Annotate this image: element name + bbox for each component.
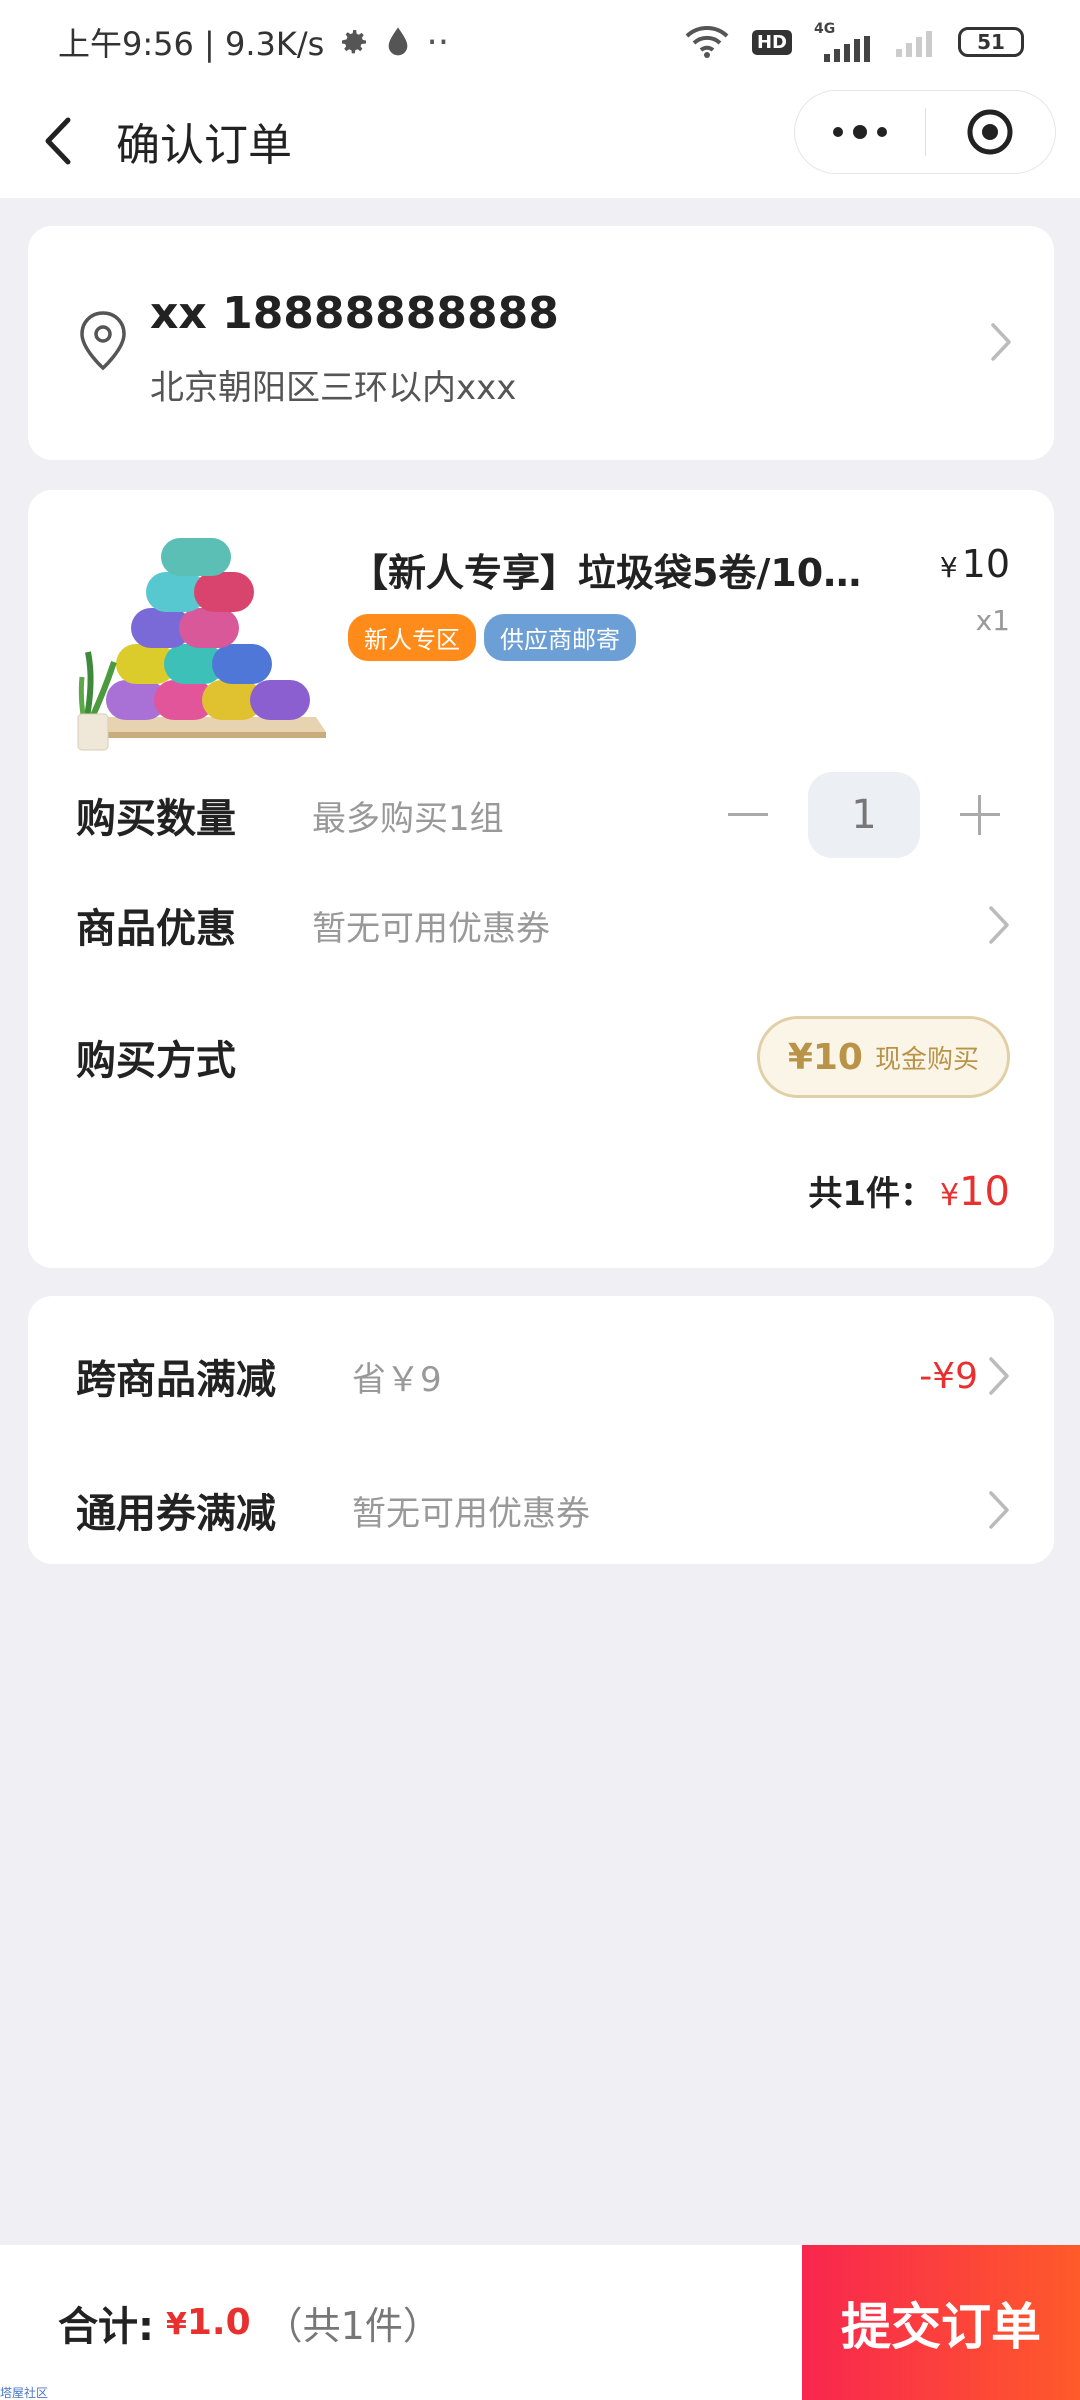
general-coupon-row[interactable]: 通用券满减 暂无可用优惠券 xyxy=(76,1470,1010,1550)
submit-order-button[interactable]: 提交订单 xyxy=(802,2245,1080,2400)
product-card: 【新人专享】垃圾袋5卷/10… ¥10 x1 新人专区 供应商邮寄 购买数量 最… xyxy=(28,490,1054,1268)
status-dots: ·· xyxy=(426,21,450,63)
product-title[interactable]: 【新人专享】垃圾袋5卷/10… xyxy=(350,542,930,597)
status-bar: 上午9:56 | 9.3K/s ·· HD 4G 51 xyxy=(0,0,1080,84)
drop-icon xyxy=(384,26,412,58)
checkout-bar: 合计: ¥1.0 （共1件） 提交订单 xyxy=(0,2245,1080,2400)
signal-empty-icon xyxy=(892,27,936,57)
more-dots-icon xyxy=(832,125,887,139)
quantity-value[interactable]: 1 xyxy=(808,772,920,858)
product-subtotal: 共1件： ¥10 xyxy=(808,1166,1010,1215)
general-coupon-hint: 暂无可用优惠券 xyxy=(352,1493,590,1534)
cross-discount-hint: 省￥9 xyxy=(352,1359,442,1400)
chevron-right-icon xyxy=(989,906,1009,944)
general-coupon-label: 通用券满减 xyxy=(76,1491,276,1537)
product-coupon-row[interactable]: 商品优惠 暂无可用优惠券 xyxy=(76,882,1010,968)
chevron-left-icon xyxy=(45,117,71,165)
coupon-label: 商品优惠 xyxy=(76,906,236,952)
watermark: 塔屋社区 xyxy=(0,2386,49,2400)
address-name-phone: xx 18888888888 xyxy=(150,288,559,339)
signal-4g-icon: 4G xyxy=(814,22,870,62)
subtotal-currency: ¥ xyxy=(940,1178,960,1213)
address-card[interactable]: xx 18888888888 北京朝阳区三环以内xxx xyxy=(28,226,1054,460)
nav-bar: 确认订单 xyxy=(0,84,1080,198)
hd-badge: HD xyxy=(751,29,792,55)
purchase-method-row: 购买方式 ¥10 现金购买 xyxy=(76,1016,1010,1098)
tag-new-user: 新人专区 xyxy=(348,614,476,661)
address-detail: 北京朝阳区三环以内xxx xyxy=(150,368,517,408)
subtotal-value: 10 xyxy=(959,1169,1010,1215)
target-close-icon xyxy=(967,109,1013,155)
product-quantity: x1 xyxy=(975,604,1010,637)
coupon-hint: 暂无可用优惠券 xyxy=(312,908,550,949)
chevron-right-icon xyxy=(989,1491,1009,1529)
method-label: 购买方式 xyxy=(76,1038,236,1084)
price-currency: ¥ xyxy=(939,551,958,584)
network-label: 4G xyxy=(814,21,836,37)
page-title: 确认订单 xyxy=(116,120,292,171)
subtotal-amount: ¥10 xyxy=(940,1169,1010,1215)
total-value: 1.0 xyxy=(186,2302,251,2343)
discount-card: 跨商品满减 省￥9 -¥9 通用券满减 暂无可用优惠券 xyxy=(28,1296,1054,1564)
cross-discount-label: 跨商品满减 xyxy=(76,1357,276,1403)
quantity-stepper: 1 xyxy=(718,772,1010,858)
chevron-right-icon xyxy=(991,323,1011,361)
quantity-hint: 最多购买1组 xyxy=(312,798,504,839)
price-value: 10 xyxy=(961,542,1010,586)
plus-icon xyxy=(960,795,1000,835)
product-tags: 新人专区 供应商邮寄 xyxy=(348,614,636,661)
quantity-row: 购买数量 最多购买1组 1 xyxy=(76,772,1010,858)
cross-discount-amount: -¥9 xyxy=(919,1355,978,1397)
more-button[interactable] xyxy=(795,91,925,173)
product-image[interactable] xyxy=(76,532,328,754)
status-time: 上午9:56 | 9.3K/s xyxy=(58,25,325,63)
chevron-right-icon xyxy=(989,1357,1009,1395)
quantity-label: 购买数量 xyxy=(76,796,236,842)
decrease-button[interactable] xyxy=(718,785,778,845)
total-count: （共1件） xyxy=(264,2304,441,2348)
settings-gear-icon xyxy=(338,26,370,58)
mini-program-capsule xyxy=(794,90,1056,174)
total-amount: ¥1.0 xyxy=(166,2302,251,2343)
total-currency: ¥ xyxy=(166,2307,187,2342)
subtotal-label: 共1件： xyxy=(808,1174,934,1214)
wifi-icon xyxy=(684,25,730,59)
product-price: ¥10 xyxy=(940,542,1010,586)
minus-icon xyxy=(728,813,768,816)
cash-purchase-option[interactable]: ¥10 现金购买 xyxy=(756,1016,1010,1098)
location-pin-icon xyxy=(80,311,126,371)
cross-product-discount-row[interactable]: 跨商品满减 省￥9 -¥9 xyxy=(76,1336,1010,1416)
increase-button[interactable] xyxy=(950,785,1010,845)
battery-indicator: 51 xyxy=(958,27,1024,57)
total-label: 合计: xyxy=(58,2303,154,2350)
close-mini-program-button[interactable] xyxy=(926,91,1056,173)
tag-supplier-mail: 供应商邮寄 xyxy=(484,614,636,661)
back-button[interactable] xyxy=(0,84,116,198)
cash-label: 现金购买 xyxy=(874,1044,979,1075)
cash-amount: ¥10 xyxy=(787,1036,863,1078)
